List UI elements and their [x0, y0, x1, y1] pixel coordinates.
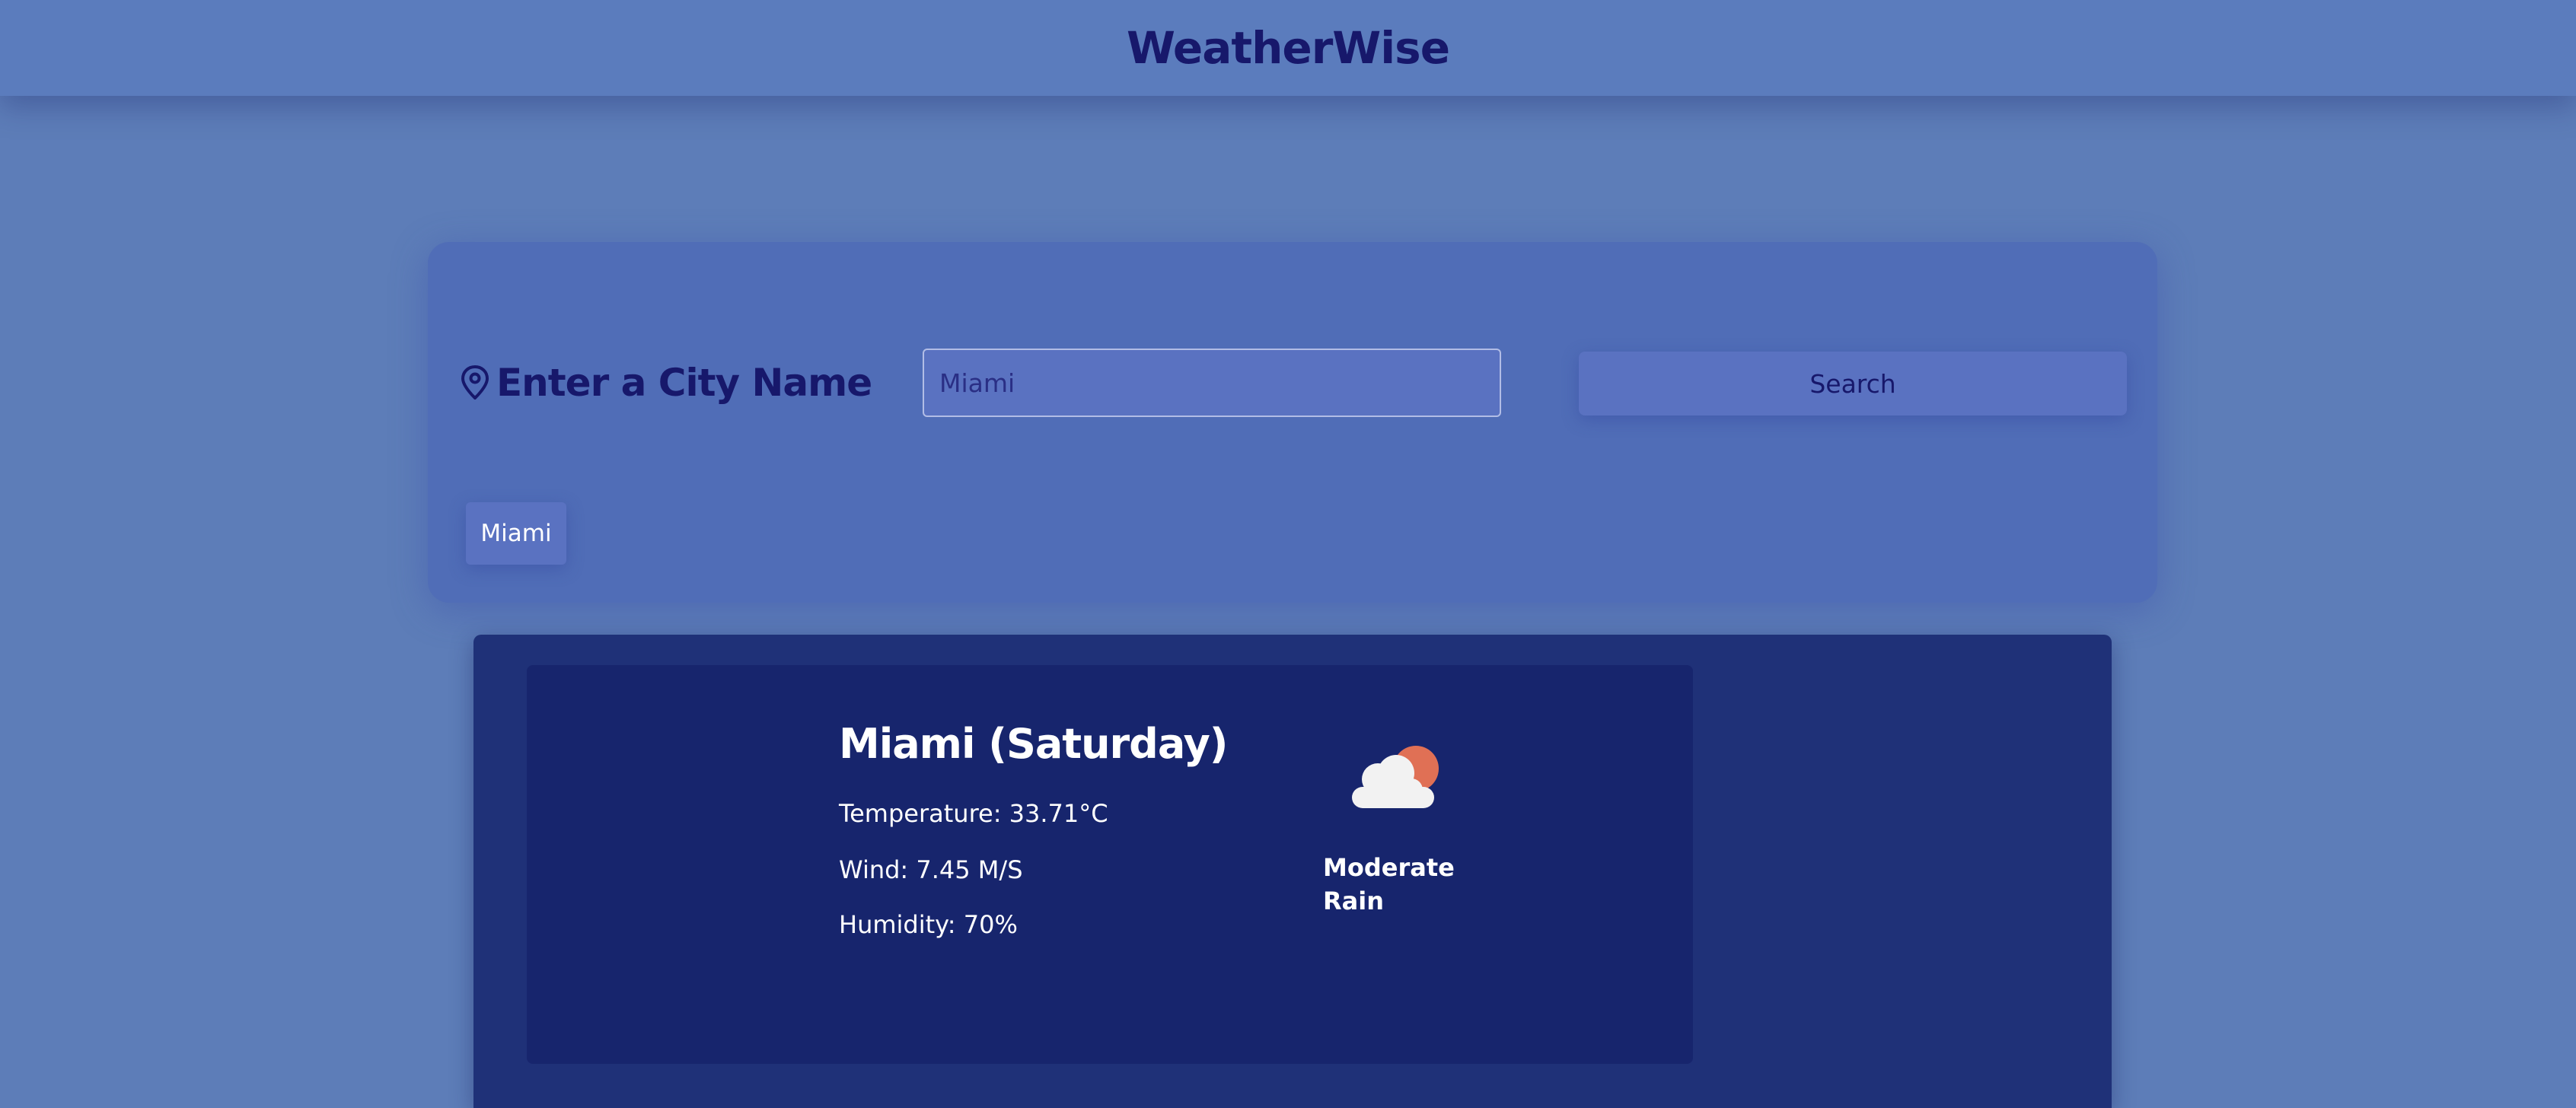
search-card: Enter a City Name Search Miami [428, 242, 2157, 603]
search-history-chip-miami[interactable]: Miami [466, 502, 566, 565]
city-search-input[interactable] [923, 349, 1501, 417]
app-title: WeatherWise [1126, 22, 1450, 74]
humidity-text: Humidity: 70% [839, 910, 1018, 939]
results-panel: Miami (Saturday) Temperature: 33.71°C Wi… [473, 635, 2112, 1108]
map-pin-icon [460, 365, 490, 401]
temperature-text: Temperature: 33.71°C [839, 799, 1108, 828]
search-label-text: Enter a City Name [496, 361, 872, 405]
wind-text: Wind: 7.45 M/S [839, 855, 1023, 884]
city-day-title: Miami (Saturday) [839, 720, 1228, 768]
current-weather-card: Miami (Saturday) Temperature: 33.71°C Wi… [527, 665, 1693, 1064]
search-label: Enter a City Name [460, 356, 872, 409]
cloud-sun-icon [1349, 743, 1448, 816]
app-header: WeatherWise [0, 0, 2576, 96]
search-button[interactable]: Search [1579, 352, 2127, 416]
weather-condition-text: Moderate Rain [1323, 853, 1455, 915]
